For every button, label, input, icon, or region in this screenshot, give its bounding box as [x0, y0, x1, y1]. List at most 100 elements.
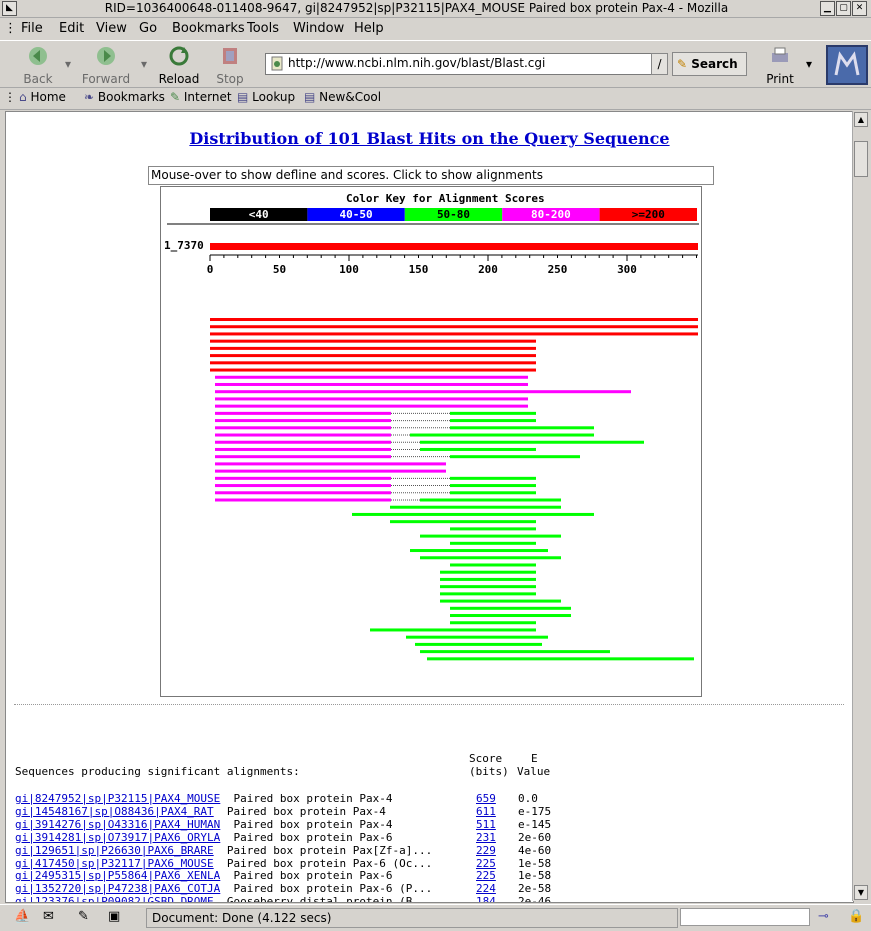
window-menu-icon[interactable]: ◣: [2, 1, 17, 16]
hit-bar[interactable]: [450, 419, 536, 423]
hit-bar[interactable]: [215, 491, 391, 495]
url-input[interactable]: [288, 55, 643, 71]
hit-bar[interactable]: [450, 426, 594, 430]
hit-bar[interactable]: [450, 541, 536, 545]
hit-score-link[interactable]: 231: [476, 831, 496, 844]
hit-score-link[interactable]: 224: [476, 882, 496, 895]
hit-bar[interactable]: [450, 563, 536, 567]
hit-bar[interactable]: [390, 520, 536, 524]
navigator-icon[interactable]: ⛵: [14, 909, 30, 924]
hit-bar[interactable]: [420, 498, 561, 502]
menu-window[interactable]: Window: [293, 21, 344, 36]
close-icon[interactable]: ✕: [852, 1, 867, 16]
mozilla-throbber-icon[interactable]: [826, 45, 868, 85]
heading-link[interactable]: Distribution of 101 Blast Hits on the Qu…: [189, 129, 669, 148]
url-bar[interactable]: [265, 53, 652, 75]
security-icon[interactable]: 🔒: [848, 909, 864, 924]
hit-bar[interactable]: [210, 339, 536, 343]
print-button[interactable]: Print: [762, 45, 798, 86]
bookmark-home[interactable]: ⌂ Home: [19, 90, 66, 104]
hit-bar[interactable]: [450, 484, 536, 488]
forward-button[interactable]: Forward: [80, 45, 132, 86]
hit-bar[interactable]: [215, 447, 391, 451]
hit-bar[interactable]: [215, 390, 631, 394]
hit-bar[interactable]: [215, 462, 446, 466]
vertical-scrollbar[interactable]: ▲ ▼: [852, 111, 868, 901]
hit-bar[interactable]: [450, 621, 536, 625]
hit-bar[interactable]: [440, 592, 536, 596]
menu-file[interactable]: File: [21, 21, 43, 36]
hit-bar[interactable]: [215, 476, 391, 480]
menu-edit[interactable]: Edit: [59, 21, 84, 36]
hit-score-link[interactable]: 225: [476, 857, 496, 870]
hit-score-link[interactable]: 225: [476, 869, 496, 882]
hit-accession-link[interactable]: gi|3914281|sp|O73917|PAX6_ORYLA: [15, 831, 220, 844]
hit-bar[interactable]: [450, 411, 536, 415]
hit-bar[interactable]: [210, 368, 536, 372]
hit-accession-link[interactable]: gi|123376|sp|P09082|GSBD_DROME: [15, 895, 214, 902]
hit-bar[interactable]: [215, 433, 391, 437]
hit-bar[interactable]: [215, 404, 528, 408]
hit-accession-link[interactable]: gi|1352720|sp|P47238|PAX6_COTJA: [15, 882, 220, 895]
hit-accession-link[interactable]: gi|417450|sp|P32117|PAX6_MOUSE: [15, 857, 214, 870]
hit-bar[interactable]: [450, 614, 571, 618]
hit-bar[interactable]: [215, 397, 528, 401]
stop-button[interactable]: Stop: [210, 45, 250, 86]
hit-bar[interactable]: [215, 498, 391, 502]
hit-bar[interactable]: [210, 361, 536, 365]
forward-history-icon[interactable]: ▾: [138, 57, 150, 71]
hit-bar[interactable]: [415, 642, 542, 646]
hit-bar[interactable]: [427, 657, 694, 661]
hit-bar[interactable]: [210, 318, 698, 321]
menu-tools[interactable]: Tools: [247, 21, 279, 36]
hit-bar[interactable]: [450, 491, 536, 495]
hit-bar[interactable]: [440, 585, 536, 589]
hit-bar[interactable]: [410, 433, 594, 437]
hit-score-link[interactable]: 229: [476, 844, 496, 857]
search-button[interactable]: ✎ Search: [672, 52, 747, 76]
hit-accession-link[interactable]: gi|2495315|sp|P55864|PAX6_XENLA: [15, 869, 220, 882]
hit-bar[interactable]: [215, 440, 391, 444]
hit-bar[interactable]: [210, 354, 536, 358]
hit-bar[interactable]: [215, 469, 446, 473]
hit-bar[interactable]: [215, 382, 528, 386]
print-options-icon[interactable]: ▾: [803, 57, 815, 71]
hit-bar[interactable]: [450, 476, 536, 480]
hit-bar[interactable]: [420, 440, 644, 444]
scroll-down-icon[interactable]: ▼: [854, 885, 868, 900]
hit-bar[interactable]: [352, 512, 594, 516]
hit-score-link[interactable]: 659: [476, 792, 496, 805]
hit-score-link[interactable]: 611: [476, 805, 496, 818]
bookmark-newcool[interactable]: ▤ New&Cool: [304, 90, 381, 104]
menu-view[interactable]: View: [96, 21, 127, 36]
hit-bar[interactable]: [390, 505, 561, 509]
hit-accession-link[interactable]: gi|3914276|sp|O43316|PAX4_HUMAN: [15, 818, 220, 831]
bookmark-lookup[interactable]: ▤ Lookup: [237, 90, 295, 104]
hit-bar[interactable]: [450, 527, 536, 531]
hit-bar[interactable]: [420, 534, 561, 538]
hit-bar[interactable]: [406, 635, 548, 639]
mail-icon[interactable]: ✉: [43, 909, 54, 924]
composer-icon[interactable]: ✎: [78, 909, 89, 924]
hit-bar[interactable]: [370, 628, 536, 632]
defline-display-field[interactable]: Mouse-over to show defline and scores. C…: [148, 166, 714, 185]
bookmark-bookmarks[interactable]: ❧ Bookmarks: [84, 90, 165, 104]
menu-help[interactable]: Help: [354, 21, 384, 36]
scroll-up-icon[interactable]: ▲: [854, 112, 868, 127]
hit-bar[interactable]: [420, 447, 536, 451]
scroll-thumb[interactable]: [854, 141, 868, 177]
hit-bar[interactable]: [420, 650, 610, 654]
hit-bar[interactable]: [440, 570, 536, 574]
hit-bar[interactable]: [210, 325, 698, 329]
hit-accession-link[interactable]: gi|129651|sp|P26630|PAX6_BRARE: [15, 844, 214, 857]
online-status-icon[interactable]: ⊸: [818, 909, 829, 924]
hit-score-link[interactable]: 184: [476, 895, 496, 902]
menu-go[interactable]: Go: [139, 21, 157, 36]
hit-bar[interactable]: [215, 375, 528, 379]
hit-bar[interactable]: [215, 411, 391, 415]
url-dropdown-icon[interactable]: /: [651, 53, 668, 75]
maximize-icon[interactable]: ▢: [836, 1, 851, 16]
hit-accession-link[interactable]: gi|8247952|sp|P32115|PAX4_MOUSE: [15, 792, 220, 805]
hit-bar[interactable]: [215, 484, 391, 488]
hit-bar[interactable]: [450, 606, 571, 610]
